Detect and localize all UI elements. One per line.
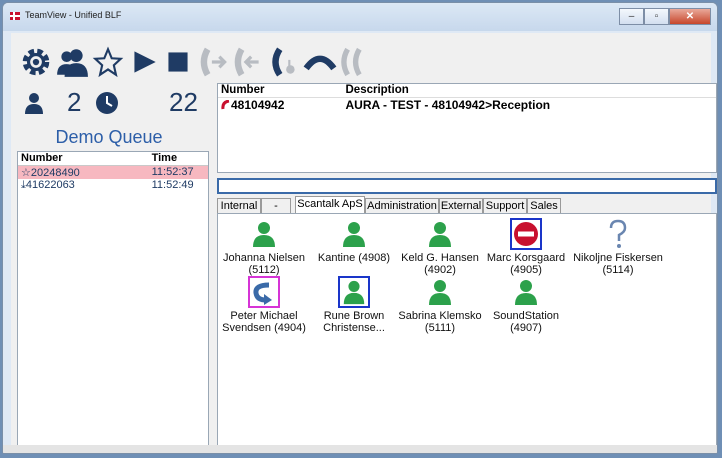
column-header-number[interactable]: Number — [18, 152, 149, 165]
call-hand-icon — [267, 45, 301, 79]
stop-icon[interactable] — [161, 45, 195, 79]
contact-sabrina-klemsko[interactable]: Sabrina Klemsko (5111) — [394, 276, 486, 334]
agent-icon — [25, 93, 43, 114]
status-bar — [3, 445, 717, 453]
busy-icon — [514, 222, 538, 246]
queue-row-time: 11:52:49 — [151, 179, 194, 191]
contact-nikoljne-fiskersen[interactable]: Nikoljne Fiskersen (5114) — [570, 218, 666, 276]
tab-scantalk[interactable]: Scantalk ApS — [295, 196, 365, 214]
transfer-in-icon — [197, 45, 231, 79]
column-header-description[interactable]: Description — [346, 84, 717, 97]
queue-row[interactable]: ⤓41622063 11:52:49 — [18, 179, 208, 192]
group-tabs: Internal - Scantalk ApS Administration E… — [217, 196, 717, 214]
minimize-button[interactable]: – — [619, 8, 644, 25]
queue-row-time: 11:52:37 — [151, 166, 194, 178]
queue-call-list: Number Time ☆20248490 11:52:37 ⤓41622063… — [17, 151, 209, 447]
contact-rune-brown[interactable]: Rune Brown Christense... — [308, 276, 400, 334]
person-icon — [343, 222, 365, 247]
contact-kantine[interactable]: Kantine (4908) — [308, 218, 400, 264]
transfer-out-icon — [231, 45, 265, 79]
maximize-button[interactable]: ▫ — [644, 8, 669, 25]
phone-icon — [221, 99, 230, 110]
contact-peter-michael-svendsen[interactable]: Peter Michael Svendsen (4904) — [218, 276, 310, 334]
person-icon — [429, 222, 451, 247]
person-icon — [515, 280, 537, 305]
tab-dash[interactable]: - — [261, 198, 291, 213]
queue-name: Demo Queue — [55, 127, 163, 147]
title-bar[interactable]: TeamView - Unified BLF – ▫ ✕ — [3, 3, 717, 31]
tab-administration[interactable]: Administration — [365, 198, 439, 213]
person-icon — [253, 222, 275, 247]
forward-icon — [253, 282, 272, 305]
waiting-count: 22 — [169, 87, 198, 117]
star-icon[interactable] — [91, 45, 125, 79]
close-button[interactable]: ✕ — [669, 8, 711, 25]
unknown-status-icon — [609, 219, 627, 248]
toolbar — [11, 41, 711, 81]
tab-internal[interactable]: Internal — [217, 198, 261, 213]
hangup-icon[interactable] — [303, 45, 337, 79]
queue-row-number: ⤓41622063 — [21, 179, 75, 191]
contact-keld-hansen[interactable]: Keld G. Hansen (4902) — [394, 218, 486, 276]
users-icon[interactable] — [55, 45, 89, 79]
call-number: 48104942 — [231, 98, 285, 112]
column-header-time[interactable]: Time — [149, 152, 208, 165]
window-title: TeamView - Unified BLF — [25, 10, 122, 20]
tab-external[interactable]: External — [439, 198, 483, 213]
gear-icon[interactable] — [19, 45, 53, 79]
column-header-number[interactable]: Number — [218, 84, 346, 97]
person-icon — [429, 280, 451, 305]
contact-marc-korsgaard[interactable]: Marc Korsgaard (4905) — [480, 218, 572, 276]
active-calls-list: Number Description 48104942 AURA - TEST … — [217, 83, 717, 173]
contact-johanna-nielsen[interactable]: Johanna Nielsen (5112) — [218, 218, 310, 276]
call-row[interactable]: 48104942 AURA - TEST - 48104942>Receptio… — [218, 98, 716, 113]
queue-row[interactable]: ☆20248490 11:52:37 — [18, 166, 208, 179]
person-icon — [343, 280, 365, 305]
contacts-panel: Johanna Nielsen (5112) Kantine (4908) Kel… — [217, 213, 717, 447]
agent-count: 2 — [67, 87, 82, 117]
conference-icon — [337, 45, 371, 79]
call-description: AURA - TEST - 48104942>Reception — [345, 98, 551, 112]
search-input[interactable] — [217, 178, 717, 194]
app-flag-icon — [10, 12, 20, 20]
queue-row-number: ☆20248490 — [21, 167, 80, 179]
queue-stats: 2 22 — [11, 87, 207, 119]
tab-sales[interactable]: Sales — [527, 198, 561, 213]
clock-icon — [96, 92, 118, 114]
tab-support[interactable]: Support — [483, 198, 527, 213]
play-icon[interactable] — [127, 45, 161, 79]
app-window: TeamView - Unified BLF – ▫ ✕ 2 22 Demo Q… — [2, 2, 718, 454]
contact-soundstation[interactable]: SoundStation (4907) — [480, 276, 572, 334]
main-content: 2 22 Demo Queue Number Time ☆20248490 11… — [11, 33, 717, 449]
